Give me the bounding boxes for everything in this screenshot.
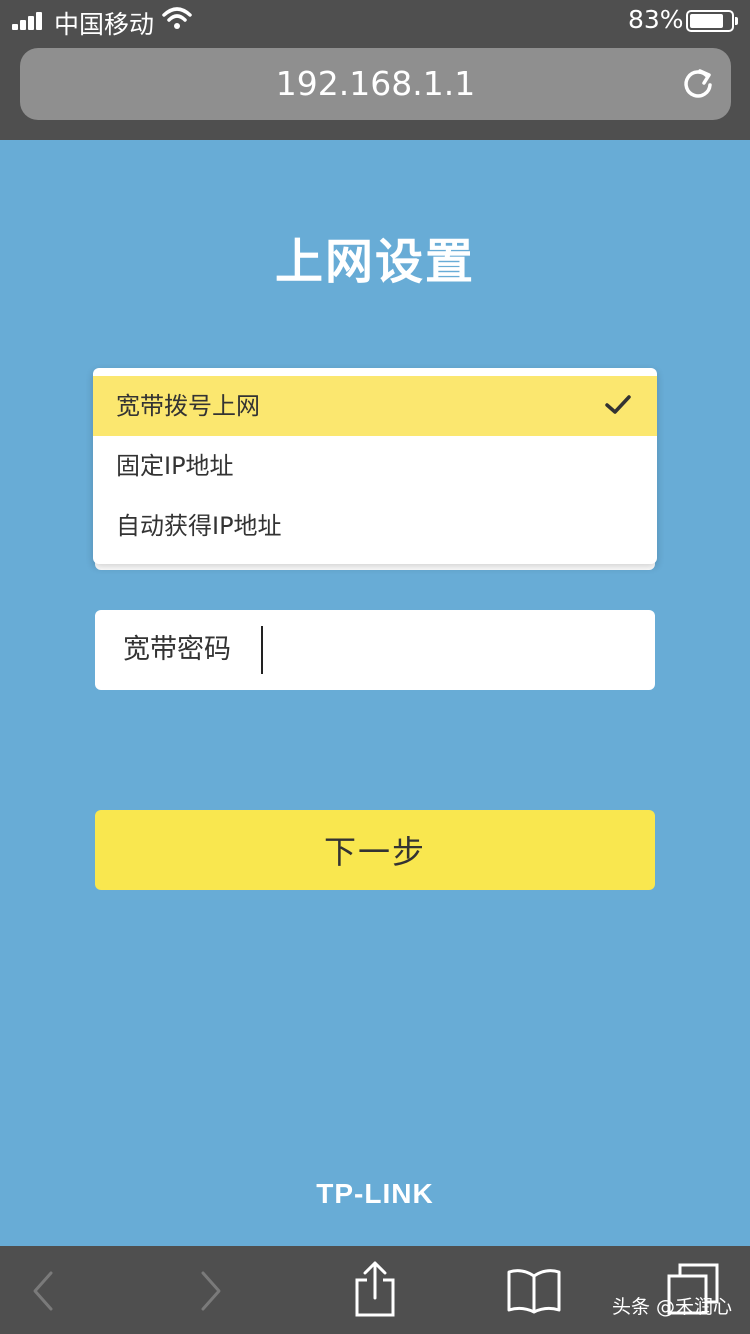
wifi-icon [162,7,192,29]
reload-icon[interactable] [680,66,716,102]
password-input[interactable] [259,622,639,678]
battery-percentage: 83% [628,5,684,34]
password-label: 宽带密码 [123,634,231,665]
bookmarks-icon[interactable] [506,1268,562,1314]
option-label: 自动获得IP地址 [116,512,282,540]
url-text: 192.168.1.1 [275,64,476,103]
option-pppoe[interactable]: 宽带拨号上网 [93,376,657,436]
page-title: 上网设置 [274,234,475,290]
status-bar: 中国移动 83% [0,0,750,40]
text-caret [261,626,263,674]
browser-top-chrome: 中国移动 83% 192.168.1.1 [0,0,750,140]
share-icon[interactable] [352,1260,398,1318]
browser-toolbar [0,1246,750,1334]
address-bar[interactable]: 192.168.1.1 [20,48,731,120]
carrier-name: 中国移动 [54,10,155,39]
back-icon[interactable] [30,1270,56,1312]
option-label: 固定IP地址 [116,452,234,480]
tp-link-logo: TP-LINK [316,1178,434,1209]
option-static-ip[interactable]: 固定IP地址 [93,436,657,496]
option-label: 宽带拨号上网 [116,392,260,420]
checkmark-icon [605,395,631,414]
next-step-button[interactable]: 下一步 [95,810,655,890]
watermark-text: 头条 @禾润心 [611,1296,732,1318]
cellular-signal-icon [12,12,48,30]
forward-icon[interactable] [198,1270,224,1312]
option-dhcp[interactable]: 自动获得IP地址 [93,496,657,556]
connection-type-dropdown: 宽带拨号上网 固定IP地址 自动获得IP地址 [93,368,657,564]
broadband-password-field[interactable]: 宽带密码 [95,610,655,690]
battery-icon [686,10,738,32]
